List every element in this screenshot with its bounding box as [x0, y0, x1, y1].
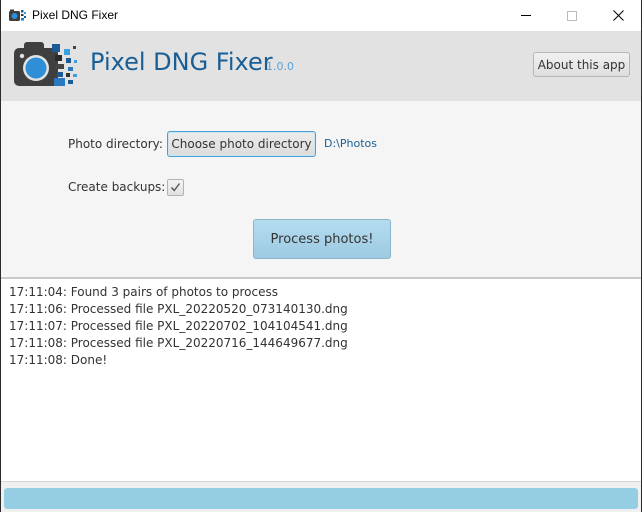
photo-directory-label: Photo directory: [68, 137, 163, 151]
choose-directory-button[interactable]: Choose photo directory [167, 131, 316, 157]
app-header: Pixel DNG Fixer 1.0.0 About this app [1, 31, 641, 101]
close-button[interactable] [595, 0, 641, 31]
create-backups-checkbox[interactable] [167, 179, 184, 196]
log-line: 17:11:07: Processed file PXL_20220702_10… [9, 319, 348, 333]
maximize-icon [567, 10, 577, 21]
log-line: 17:11:08: Done! [9, 353, 108, 367]
minimize-button[interactable] [503, 0, 549, 31]
controls-panel: Photo directory: Choose photo directory … [1, 101, 641, 277]
title-bar: Pixel DNG Fixer [1, 0, 641, 31]
about-button[interactable]: About this app [533, 52, 630, 77]
directory-path: D:\Photos [324, 137, 377, 150]
app-version: 1.0.0 [266, 60, 294, 73]
log-output: 17:11:04: Found 3 pairs of photos to pro… [1, 277, 641, 481]
close-icon [612, 10, 624, 21]
camera-logo-icon [14, 42, 77, 86]
maximize-button[interactable] [549, 0, 595, 31]
progress-fill [4, 488, 638, 509]
log-line: 17:11:06: Processed file PXL_20220520_07… [9, 302, 348, 316]
app-name: Pixel DNG Fixer [90, 48, 273, 76]
app-icon [9, 9, 26, 21]
create-backups-label: Create backups: [68, 180, 166, 194]
app-window: Pixel DNG Fixer Pixel DNG Fixer 1.0.0 Ab… [0, 0, 642, 512]
status-footer [1, 481, 641, 512]
log-line: 17:11:08: Processed file PXL_20220716_14… [9, 336, 348, 350]
process-photos-button[interactable]: Process photos! [253, 219, 391, 259]
window-title: Pixel DNG Fixer [32, 8, 119, 22]
progress-bar [4, 488, 638, 509]
log-line: 17:11:04: Found 3 pairs of photos to pro… [9, 285, 278, 299]
minimize-icon [521, 15, 531, 16]
checkmark-icon [170, 183, 181, 192]
